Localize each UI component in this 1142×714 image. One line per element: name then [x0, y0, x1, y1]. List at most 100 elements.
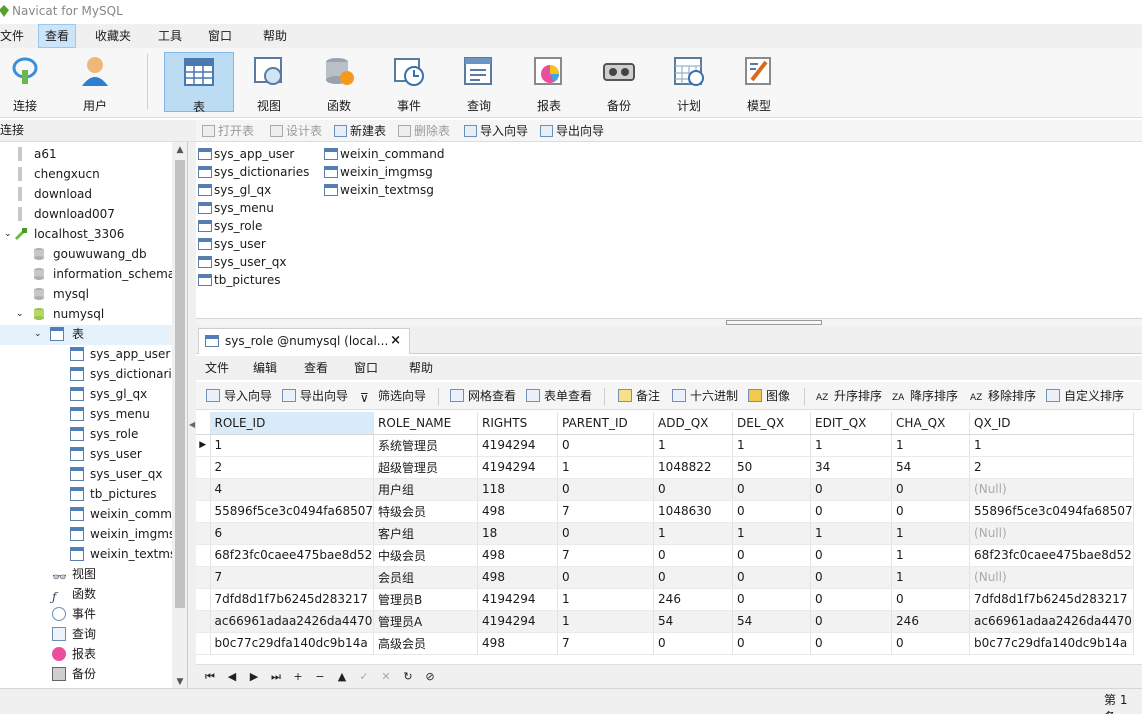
table-cell[interactable]: 0 — [557, 566, 655, 589]
table-cell[interactable]: 4194294 — [477, 434, 559, 457]
table-cell[interactable]: 18 — [477, 522, 559, 545]
table-row[interactable]: ac66961adaa2426da4470 管理员A 4194294 1 54 54 0 24… — [196, 610, 1134, 633]
collapse-arrow-icon[interactable]: ◀ — [189, 420, 195, 429]
menu-view[interactable]: 查看 — [38, 24, 77, 48]
table-cell[interactable]: 客户组 — [373, 522, 479, 545]
row-indicator[interactable] — [196, 500, 211, 523]
table-cell[interactable]: 0 — [653, 544, 734, 567]
column-header-add-qx[interactable]: ADD_QX — [653, 412, 734, 435]
table-cell[interactable]: 498 — [477, 544, 559, 567]
table-cell[interactable]: 4194294 — [477, 588, 559, 611]
row-indicator[interactable] — [196, 566, 211, 589]
filter-wizard-button[interactable]: ⊽ 筛选向导 — [360, 387, 426, 405]
edit-record-icon[interactable]: ▲ — [334, 669, 350, 685]
form-view-button[interactable]: 表单查看 — [526, 387, 592, 405]
table-cell[interactable]: 1 — [969, 434, 1134, 457]
table-cell[interactable]: 1 — [732, 434, 812, 457]
sort-ascending-button[interactable]: AZ 升序排序 — [816, 387, 882, 405]
memo-button[interactable]: 备注 — [618, 387, 660, 405]
column-header-cha-qx[interactable]: CHA_QX — [891, 412, 971, 435]
column-header-qx-id[interactable]: QX_ID — [969, 412, 1134, 435]
scroll-up-icon[interactable]: ▲ — [172, 142, 187, 158]
export-wizard-button[interactable]: 导出向导 — [282, 387, 348, 405]
table-cell[interactable]: 0 — [653, 478, 734, 501]
table-cell[interactable]: 中级会员 — [373, 544, 479, 567]
table-cell[interactable]: 1 — [557, 610, 655, 633]
table-cell[interactable]: 1 — [891, 544, 971, 567]
table-row[interactable]: ▶ 1 系统管理员 4194294 0 1 1 1 1 1 — [196, 434, 1134, 457]
column-header-del-qx[interactable]: DEL_QX — [732, 412, 812, 435]
table-cell[interactable]: 498 — [477, 632, 559, 655]
custom-sort-button[interactable]: 自定义排序 — [1046, 387, 1124, 405]
chevron-down-icon[interactable]: ⌄ — [34, 324, 42, 344]
sort-descending-button[interactable]: ZA 降序排序 — [892, 387, 958, 405]
object-table-item[interactable]: sys_menu — [196, 199, 274, 217]
table-cell[interactable]: 0 — [810, 544, 893, 567]
column-header-edit-qx[interactable]: EDIT_QX — [810, 412, 893, 435]
table-cell[interactable]: 7dfd8d1f7b6245d283217 — [969, 588, 1134, 611]
table-menu-window[interactable]: 窗口 — [354, 356, 378, 380]
table-cell[interactable]: 0 — [653, 566, 734, 589]
object-table-item[interactable]: sys_dictionaries — [196, 163, 309, 181]
row-indicator[interactable] — [196, 456, 211, 479]
table-button[interactable]: 表 — [164, 52, 234, 114]
next-record-icon[interactable]: ▶ — [246, 669, 262, 685]
table-cell[interactable]: 0 — [810, 610, 893, 633]
table-cell[interactable]: 4194294 — [477, 456, 559, 479]
column-header-role-name[interactable]: ROLE_NAME — [373, 412, 479, 435]
table-cell[interactable]: 管理员A — [373, 610, 479, 633]
close-icon[interactable]: × — [390, 329, 401, 353]
connection-button[interactable]: 连接 — [0, 52, 60, 113]
table-cell[interactable]: 1 — [653, 522, 734, 545]
current-row-indicator-icon[interactable]: ▶ — [196, 434, 211, 457]
table-cell[interactable]: 1 — [653, 434, 734, 457]
table-menu-help[interactable]: 帮助 — [409, 356, 433, 380]
table-cell[interactable]: 1048822 — [653, 456, 734, 479]
table-cell[interactable]: 0 — [891, 632, 971, 655]
hex-button[interactable]: 十六进制 — [672, 387, 738, 405]
table-cell[interactable]: 1 — [210, 434, 375, 457]
table-row[interactable]: 7dfd8d1f7b6245d283217 管理员B 4194294 1 246 0 0 0 7… — [196, 588, 1134, 611]
object-table-item[interactable]: sys_role — [196, 217, 262, 235]
object-table-item[interactable]: weixin_textmsg — [322, 181, 434, 199]
table-cell[interactable]: 55896f5ce3c0494fa68507 — [969, 500, 1134, 523]
splitter-grip[interactable] — [726, 320, 822, 325]
table-menu-file[interactable]: 文件 — [205, 356, 229, 380]
table-cell[interactable]: 1 — [810, 434, 893, 457]
table-row[interactable]: 68f23fc0caee475bae8d52 中级会员 498 7 0 0 0 1 68f23f… — [196, 544, 1134, 567]
tree-scrollbar[interactable]: ▲ ▼ — [172, 142, 187, 694]
table-cell[interactable]: 0 — [810, 500, 893, 523]
table-cell[interactable]: 54 — [653, 610, 734, 633]
schedule-button[interactable]: 计划 — [654, 52, 724, 113]
grid-view-button[interactable]: 网格查看 — [450, 387, 516, 405]
event-button[interactable]: 事件 — [374, 52, 444, 113]
table-menu-view[interactable]: 查看 — [304, 356, 328, 380]
table-cell[interactable]: 1 — [732, 522, 812, 545]
table-cell[interactable]: 54 — [732, 610, 812, 633]
discard-changes-icon[interactable]: ✕ — [378, 669, 394, 685]
menu-file[interactable]: 文件 — [0, 24, 30, 48]
table-cell[interactable]: 498 — [477, 566, 559, 589]
table-cell[interactable]: ac66961adaa2426da4470 — [210, 610, 375, 633]
table-cell[interactable]: 0 — [810, 478, 893, 501]
table-cell[interactable]: 246 — [653, 588, 734, 611]
row-indicator[interactable] — [196, 610, 211, 633]
table-row[interactable]: 6 客户组 18 0 1 1 1 1 (Null) — [196, 522, 1134, 545]
table-cell[interactable]: 0 — [891, 478, 971, 501]
table-row[interactable]: 55896f5ce3c0494fa68507 特级会员 498 7 1048630 0 0 0… — [196, 500, 1134, 523]
table-cell[interactable]: 7 — [210, 566, 375, 589]
delete-table-button[interactable]: 删除表 — [396, 122, 450, 140]
backup-button[interactable]: 备份 — [584, 52, 654, 113]
table-cell[interactable]: (Null) — [969, 478, 1134, 501]
table-cell[interactable]: 0 — [891, 588, 971, 611]
design-table-button[interactable]: 设计表 — [268, 122, 322, 140]
table-cell[interactable]: 1 — [810, 522, 893, 545]
function-button[interactable]: 函数 — [304, 52, 374, 113]
table-cell[interactable]: (Null) — [969, 566, 1134, 589]
table-cell[interactable]: 1048630 — [653, 500, 734, 523]
sidebar-splitter[interactable]: ◀ — [188, 142, 196, 694]
table-cell[interactable]: 68f23fc0caee475bae8d52 — [969, 544, 1134, 567]
table-cell[interactable]: 0 — [557, 522, 655, 545]
row-indicator[interactable] — [196, 588, 211, 611]
table-cell[interactable]: 2 — [969, 456, 1134, 479]
